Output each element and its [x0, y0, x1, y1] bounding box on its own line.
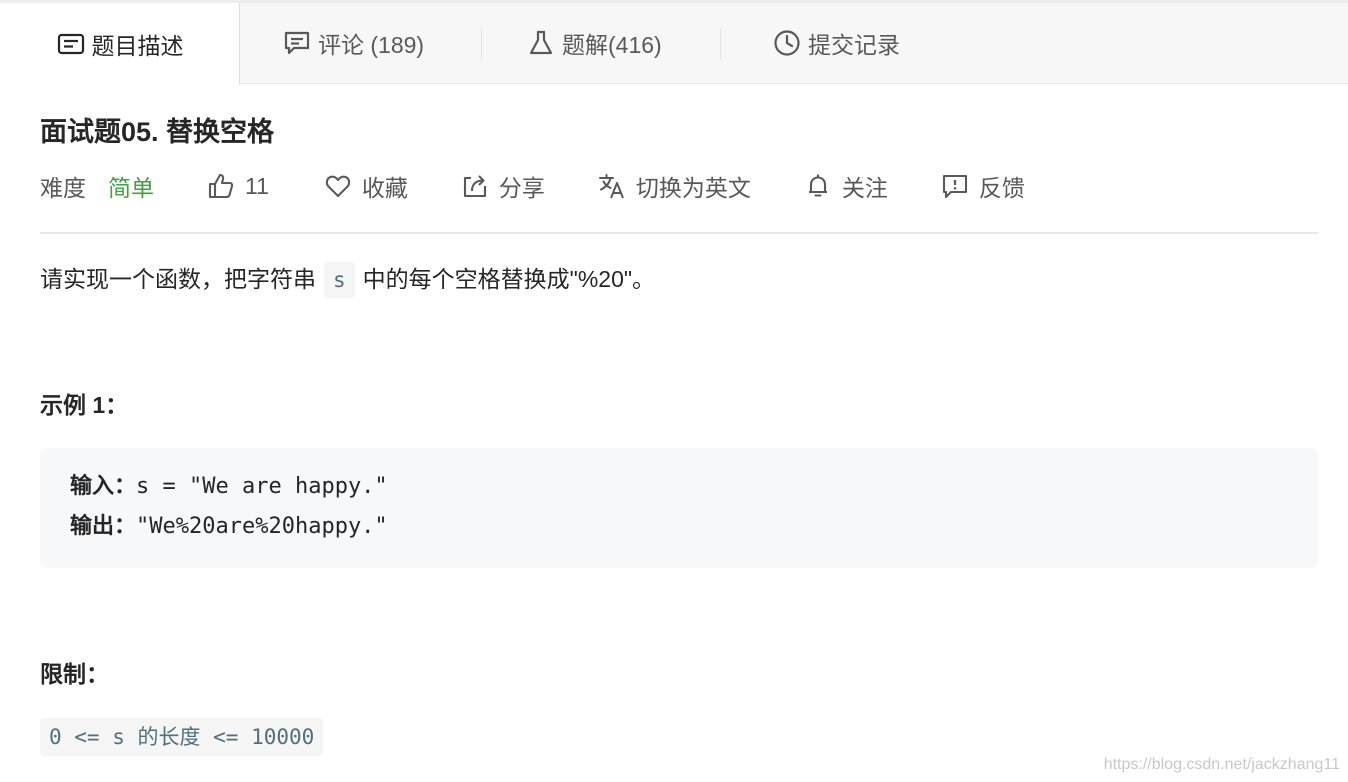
like-count: 11	[245, 172, 269, 199]
translate-button[interactable]: 切换为英文	[597, 169, 751, 203]
translate-icon	[597, 171, 627, 201]
watermark: https://blog.csdn.net/jackzhang11	[1103, 756, 1340, 773]
share-label: 分享	[498, 175, 545, 201]
tab-divider	[481, 28, 482, 60]
output-label: 输出：	[70, 514, 137, 539]
problem-meta-bar: 难度 简单 11 收藏 分享 切换为英文 关注 反馈	[40, 166, 1025, 206]
feedback-button[interactable]: 反馈	[940, 169, 1025, 203]
difficulty-label: 难度	[40, 175, 86, 201]
favorite-button[interactable]: 收藏	[323, 169, 408, 203]
share-button[interactable]: 分享	[460, 169, 545, 203]
input-value: s = "We are happy."	[136, 474, 388, 499]
clock-icon	[772, 28, 802, 58]
tab-comments[interactable]: 评论 (189)	[282, 3, 424, 83]
follow-label: 关注	[841, 175, 888, 201]
problem-title: 面试题05. 替换空格	[40, 117, 275, 147]
tab-label: 题解(416)	[562, 32, 662, 58]
tab-label: 提交记录	[808, 32, 900, 58]
example-code-block: 输入：s = "We are happy." 输出："We%20are%20ha…	[40, 448, 1318, 568]
share-icon	[460, 171, 490, 201]
tab-label: 题目描述	[91, 33, 184, 59]
description-icon	[56, 29, 86, 59]
tab-label: 评论 (189)	[318, 32, 425, 58]
feedback-icon	[940, 171, 970, 201]
flask-icon	[526, 28, 556, 58]
tab-solutions[interactable]: 题解(416)	[526, 3, 662, 83]
difficulty-badge: 简单	[108, 175, 154, 201]
limits-heading: 限制：	[40, 661, 109, 687]
comment-icon	[282, 28, 312, 58]
thumbs-up-icon	[206, 171, 236, 201]
like-button[interactable]: 11	[206, 171, 269, 201]
inline-code: s	[324, 262, 355, 298]
problem-description: 请实现一个函数，把字符串 s 中的每个空格替换成"%20"。	[40, 260, 655, 298]
constraint-code: 0 <= s 的长度 <= 10000	[40, 718, 324, 756]
tab-submissions[interactable]: 提交记录	[772, 3, 900, 83]
divider	[40, 232, 1318, 234]
description-text: 请实现一个函数，把字符串	[40, 266, 316, 292]
tab-divider	[720, 28, 721, 60]
follow-button[interactable]: 关注	[803, 169, 888, 203]
tab-description[interactable]: 题目描述	[0, 3, 240, 85]
translate-label: 切换为英文	[635, 175, 751, 201]
bell-icon	[803, 171, 833, 201]
output-value: "We%20are%20happy."	[136, 514, 388, 539]
description-text: 中的每个空格替换成"%20"。	[362, 266, 656, 292]
tab-bar: 题目描述 评论 (189) 题解(416) 提交记录	[0, 0, 1348, 85]
feedback-label: 反馈	[978, 175, 1025, 201]
input-label: 输入：	[70, 474, 137, 499]
example-heading: 示例 1：	[40, 392, 129, 418]
heart-icon	[323, 171, 353, 201]
favorite-label: 收藏	[361, 175, 408, 201]
